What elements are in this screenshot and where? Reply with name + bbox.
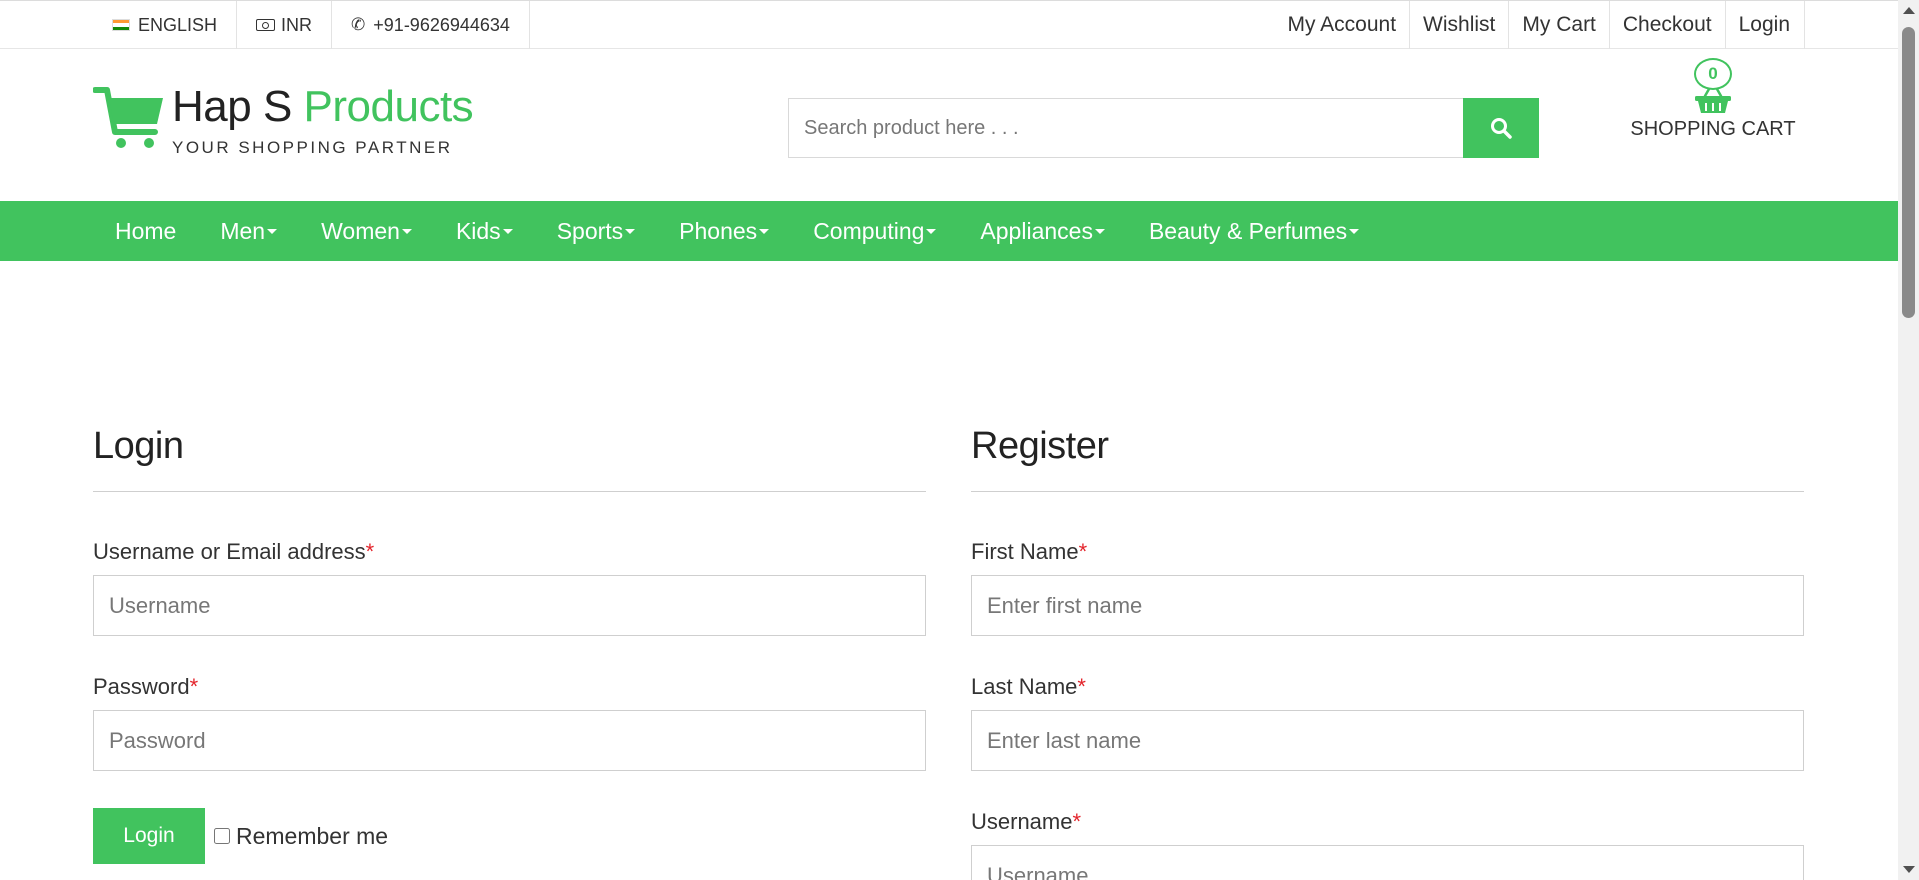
brand-suffix: Products [303, 82, 474, 131]
required-mark: * [1077, 674, 1086, 699]
last-name-input[interactable] [971, 710, 1804, 771]
username-label: Username or Email address* [93, 538, 926, 566]
register-panel: Register First Name* Last Name* Username… [971, 420, 1804, 880]
nav-item-appliances[interactable]: Appliances [958, 201, 1127, 261]
currency-label: INR [281, 14, 313, 35]
currency-selector[interactable]: INR [237, 1, 333, 49]
nav-label: Computing [813, 217, 925, 244]
nav-label: Men [220, 217, 266, 244]
required-mark: * [1072, 809, 1082, 834]
phone-number: +91-9626944634 [373, 14, 510, 35]
scroll-up-arrow-icon[interactable] [1903, 7, 1915, 14]
shopping-cart-logo-icon [93, 87, 163, 148]
nav-item-women[interactable]: Women [299, 201, 434, 261]
caret-down-icon [1094, 228, 1105, 234]
nav-label: Women [321, 217, 400, 244]
required-mark: * [1078, 539, 1088, 564]
site-logo[interactable]: Hap S Products YOUR SHOPPING PARTNER [93, 82, 474, 158]
basket-icon [1695, 88, 1731, 113]
username-label-text: Username or Email address [93, 539, 366, 564]
nav-label: Home [115, 217, 177, 244]
remember-me[interactable]: Remember me [214, 823, 388, 850]
caret-down-icon [502, 228, 513, 234]
nav-label: Beauty & Perfumes [1148, 217, 1348, 244]
last-name-label-text: Last Name [971, 674, 1078, 699]
register-username-input[interactable] [971, 845, 1804, 880]
login-actions: Login Remember me [93, 808, 926, 864]
caret-down-icon [1349, 228, 1360, 234]
scroll-down-arrow-icon[interactable] [1903, 866, 1915, 873]
search-input[interactable] [788, 98, 1463, 158]
login-panel: Login Username or Email address* Passwor… [93, 420, 926, 864]
login-username-input[interactable] [93, 575, 926, 636]
phone-icon: ✆ [351, 15, 366, 34]
register-username-label-text: Username [971, 809, 1073, 834]
caret-down-icon [625, 228, 636, 234]
nav-item-computing[interactable]: Computing [791, 201, 958, 261]
top-bar-left: ENGLISH INR ✆ +91-9626944634 [98, 1, 530, 49]
first-name-label: First Name* [971, 538, 1804, 566]
caret-down-icon [401, 228, 412, 234]
caret-down-icon [759, 228, 770, 234]
india-flag-icon [112, 19, 130, 31]
login-password-input[interactable] [93, 710, 926, 771]
required-mark: * [189, 674, 199, 699]
phone-contact[interactable]: ✆ +91-9626944634 [332, 1, 530, 49]
top-bar: ENGLISH INR ✆ +91-9626944634 My Account … [0, 0, 1898, 49]
shopping-cart[interactable]: 0 SHOPPING CART [1630, 58, 1796, 141]
cart-label: SHOPPING CART [1630, 118, 1796, 140]
first-name-input[interactable] [971, 575, 1804, 636]
search-icon [1491, 118, 1512, 139]
my-cart-link[interactable]: My Cart [1509, 1, 1610, 49]
top-bar-links: My Account Wishlist My Cart Checkout Log… [1274, 1, 1805, 49]
login-button[interactable]: Login [93, 808, 205, 864]
language-selector[interactable]: ENGLISH [98, 1, 238, 49]
brand-text: Hap S Products YOUR SHOPPING PARTNER [172, 82, 474, 158]
nav-item-home[interactable]: Home [93, 201, 198, 261]
search-bar [788, 98, 1539, 158]
login-link[interactable]: Login [1726, 1, 1805, 49]
my-account-link[interactable]: My Account [1274, 1, 1411, 49]
first-name-label-text: First Name [971, 539, 1079, 564]
caret-down-icon [926, 228, 937, 234]
nav-item-sports[interactable]: Sports [535, 201, 657, 261]
remember-me-checkbox[interactable] [214, 828, 230, 844]
caret-down-icon [267, 228, 278, 234]
remember-me-label: Remember me [236, 822, 389, 849]
money-icon [256, 19, 276, 31]
nav-label: Kids [455, 217, 501, 244]
last-name-label: Last Name* [971, 673, 1804, 701]
main-nav: Home Men Women Kids Sports Phones Comput… [0, 201, 1898, 261]
password-label: Password* [93, 673, 926, 701]
register-title: Register [971, 420, 1804, 492]
required-mark: * [365, 539, 375, 564]
nav-item-beauty-perfumes[interactable]: Beauty & Perfumes [1127, 201, 1381, 261]
search-button[interactable] [1463, 98, 1539, 158]
page-scrollbar[interactable] [1898, 0, 1919, 880]
checkout-link[interactable]: Checkout [1610, 1, 1726, 49]
nav-item-men[interactable]: Men [198, 201, 299, 261]
brand-tagline: YOUR SHOPPING PARTNER [172, 138, 453, 157]
brand-prefix: Hap S [172, 82, 292, 131]
scrollbar-thumb[interactable] [1902, 27, 1915, 318]
register-username-label: Username* [971, 808, 1804, 836]
login-title: Login [93, 420, 926, 492]
language-label: ENGLISH [138, 14, 218, 35]
brand-title: Hap S Products [172, 82, 474, 131]
wishlist-link[interactable]: Wishlist [1410, 1, 1510, 49]
nav-item-phones[interactable]: Phones [657, 201, 791, 261]
nav-label: Phones [679, 217, 758, 244]
nav-item-kids[interactable]: Kids [434, 201, 535, 261]
nav-label: Appliances [980, 217, 1093, 244]
nav-label: Sports [556, 217, 624, 244]
cart-count-badge: 0 [1694, 58, 1732, 90]
password-label-text: Password [93, 674, 190, 699]
